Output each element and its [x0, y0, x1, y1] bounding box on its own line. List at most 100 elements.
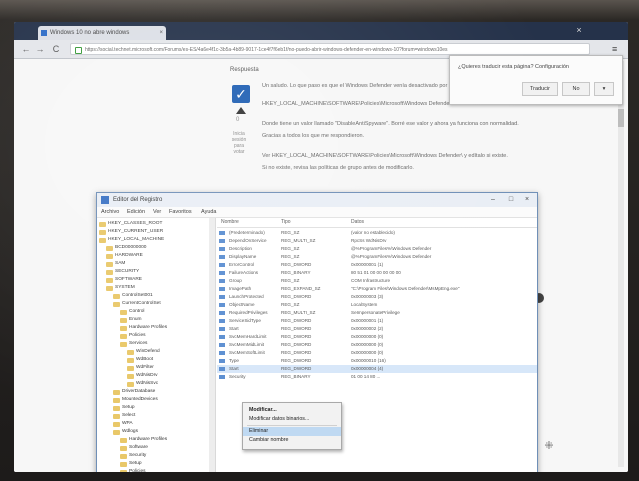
- tree-item[interactable]: Setup: [113, 404, 135, 412]
- tree-item[interactable]: SOFTWARE: [106, 276, 142, 284]
- menu-ver[interactable]: Ver: [153, 207, 161, 217]
- tree-item[interactable]: Services: [120, 340, 147, 348]
- tree-item-label: Enum: [129, 317, 142, 322]
- column-header-name[interactable]: Nombre: [221, 218, 239, 227]
- tree-item-label: HKEY_LOCAL_MACHINE: [108, 237, 165, 242]
- menu-ayuda[interactable]: Ayuda: [201, 207, 217, 217]
- table-row[interactable]: (Predeterminado) REG_SZ (valor no establec…: [217, 229, 537, 237]
- tree-item-label: Policies: [129, 333, 146, 338]
- registry-tree[interactable]: HKEY_CLASSES_ROOT HKEY_CURRENT_USER HKEY_L…: [97, 218, 216, 472]
- table-row[interactable]: SvcMemMidLimit REG_DWORD 0x00000000 (0): [217, 341, 537, 349]
- tree-item[interactable]: Policies: [120, 468, 146, 472]
- translate-button[interactable]: Traducir: [522, 82, 558, 96]
- table-row[interactable]: SvcMemSoftLimit REG_DWORD 0x00000000 (0): [217, 349, 537, 357]
- table-row[interactable]: ImagePath REG_EXPAND_SZ "C:\Program Files\…: [217, 285, 537, 293]
- tree-item[interactable]: WdNisDrv: [127, 372, 158, 380]
- tree-item[interactable]: WdBoot: [127, 356, 153, 364]
- table-row[interactable]: SvcMemHardLimit REG_DWORD 0x00000000 (0): [217, 333, 537, 341]
- maximize-icon[interactable]: □: [503, 193, 519, 207]
- translate-no-button[interactable]: No: [562, 82, 590, 96]
- tree-item[interactable]: Security: [120, 452, 146, 460]
- tree-item[interactable]: Enum: [120, 316, 142, 324]
- page-scrollbar[interactable]: [618, 61, 624, 467]
- address-bar[interactable]: https://social.technet.microsoft.com/For…: [70, 43, 590, 55]
- value-data: RpcSs WdNisDrv: [351, 238, 387, 243]
- tree-item[interactable]: WPA: [113, 420, 133, 428]
- context-menu-item[interactable]: Cambiar nombre: [243, 436, 341, 445]
- menu-favoritos[interactable]: Favoritos: [169, 207, 192, 217]
- back-arrow-icon[interactable]: ←: [20, 43, 32, 55]
- page-scrollbar-thumb[interactable]: [618, 109, 624, 127]
- regedit-titlebar[interactable]: Editor del Registro – □ ×: [97, 193, 537, 208]
- tree-item[interactable]: Control: [120, 308, 144, 316]
- tree-item[interactable]: Select: [113, 412, 135, 420]
- table-row[interactable]: Start REG_DWORD 0x00000002 (2): [217, 325, 537, 333]
- tree-item[interactable]: HKEY_LOCAL_MACHINE: [99, 236, 164, 244]
- folder-icon: [120, 438, 127, 443]
- table-row[interactable]: Description REG_SZ @%ProgramFiles%\Windows…: [217, 245, 537, 253]
- context-menu-item[interactable]: Modificar datos binarios...: [243, 415, 341, 424]
- vote-signin-label[interactable]: Inicia sesión para votar: [228, 131, 250, 155]
- window-close-icon[interactable]: ×: [572, 24, 586, 36]
- menu-edicion[interactable]: Edición: [127, 207, 145, 217]
- browser-tab[interactable]: Windows 10 no abre windows ×: [38, 26, 166, 40]
- translate-popup: ¿Quieres traducir esta página? Configura…: [449, 55, 623, 105]
- table-row[interactable]: ErrorControl REG_DWORD 0x00000001 (1): [217, 261, 537, 269]
- tree-item[interactable]: WdFilter: [127, 364, 154, 372]
- tree-item[interactable]: Hardware Profiles: [120, 324, 167, 332]
- tree-item[interactable]: Wdlogs: [113, 428, 138, 436]
- column-header-type[interactable]: Tipo: [281, 218, 291, 227]
- table-row[interactable]: Start REG_DWORD 0x00000004 (4): [217, 365, 537, 373]
- table-row[interactable]: LaunchProtected REG_DWORD 0x00000003 (3): [217, 293, 537, 301]
- tree-item[interactable]: HARDWARE: [106, 252, 143, 260]
- tree-item[interactable]: BCD00000000: [106, 244, 146, 252]
- tree-item[interactable]: HKEY_CURRENT_USER: [99, 228, 163, 236]
- menu-archivo[interactable]: Archivo: [101, 207, 119, 217]
- browser-menu-icon[interactable]: ≡: [612, 44, 620, 54]
- close-icon[interactable]: ×: [519, 193, 535, 207]
- tree-item[interactable]: SECURITY: [106, 268, 139, 276]
- tree-item[interactable]: HKEY_CLASSES_ROOT: [99, 220, 162, 228]
- value-type: REG_DWORD: [281, 294, 312, 299]
- tree-item[interactable]: MountedDevices: [113, 396, 158, 404]
- column-header-data[interactable]: Datos: [351, 218, 364, 227]
- table-row[interactable]: FailureActions REG_BINARY 80 51 01 00 00 0…: [217, 269, 537, 277]
- table-row[interactable]: RequiredPrivileges REG_MULTI_SZ SeImperson…: [217, 309, 537, 317]
- tree-item[interactable]: DriverDatabase: [113, 388, 155, 396]
- tree-item[interactable]: WinDefend: [127, 348, 160, 356]
- tree-scrollbar[interactable]: [209, 218, 215, 472]
- minimize-icon[interactable]: –: [485, 193, 501, 207]
- vote-up-icon[interactable]: [236, 107, 246, 114]
- tree-item[interactable]: WdNisSvc: [127, 380, 158, 388]
- tree-item[interactable]: Setup: [120, 460, 142, 468]
- tree-item[interactable]: SAM: [106, 260, 125, 268]
- registry-value-icon: [219, 311, 225, 315]
- tab-close-icon[interactable]: ×: [159, 26, 163, 40]
- folder-icon: [113, 302, 120, 307]
- folder-icon: [113, 422, 120, 427]
- tree-item[interactable]: Policies: [120, 332, 146, 340]
- context-menu-item[interactable]: Modificar...: [243, 406, 341, 415]
- table-row[interactable]: Type REG_DWORD 0x00000010 (16): [217, 357, 537, 365]
- table-row[interactable]: DisplayName REG_SZ @%ProgramFiles%\Windows…: [217, 253, 537, 261]
- tree-item[interactable]: Hardware Profiles: [120, 436, 167, 444]
- table-row[interactable]: DependOnService REG_MULTI_SZ RpcSs WdNisDr…: [217, 237, 537, 245]
- table-row[interactable]: ServiceSidType REG_DWORD 0x00000001 (1): [217, 317, 537, 325]
- translate-options-button[interactable]: ▾: [594, 82, 614, 96]
- translate-question: ¿Quieres traducir esta página? Configura…: [458, 64, 569, 70]
- context-menu-item[interactable]: Eliminar: [243, 427, 341, 436]
- forward-arrow-icon[interactable]: →: [34, 43, 46, 55]
- tree-item[interactable]: CurrentControlSet: [113, 300, 161, 308]
- folder-icon: [106, 270, 113, 275]
- value-type: REG_DWORD: [281, 318, 312, 323]
- value-name: SvcMemSoftLimit: [229, 350, 265, 355]
- tree-item[interactable]: SYSTEM: [106, 284, 135, 292]
- tree-item[interactable]: Software: [120, 444, 148, 452]
- favicon-icon: [41, 30, 47, 36]
- tree-item-label: ControlSet001: [122, 293, 153, 298]
- reload-icon[interactable]: C: [50, 43, 62, 55]
- table-row[interactable]: Group REG_SZ COM Infrastructure: [217, 277, 537, 285]
- table-row[interactable]: ObjectName REG_SZ LocalSystem: [217, 301, 537, 309]
- table-row[interactable]: Security REG_BINARY 01 00 14 80 ...: [217, 373, 537, 381]
- tree-item[interactable]: ControlSet001: [113, 292, 153, 300]
